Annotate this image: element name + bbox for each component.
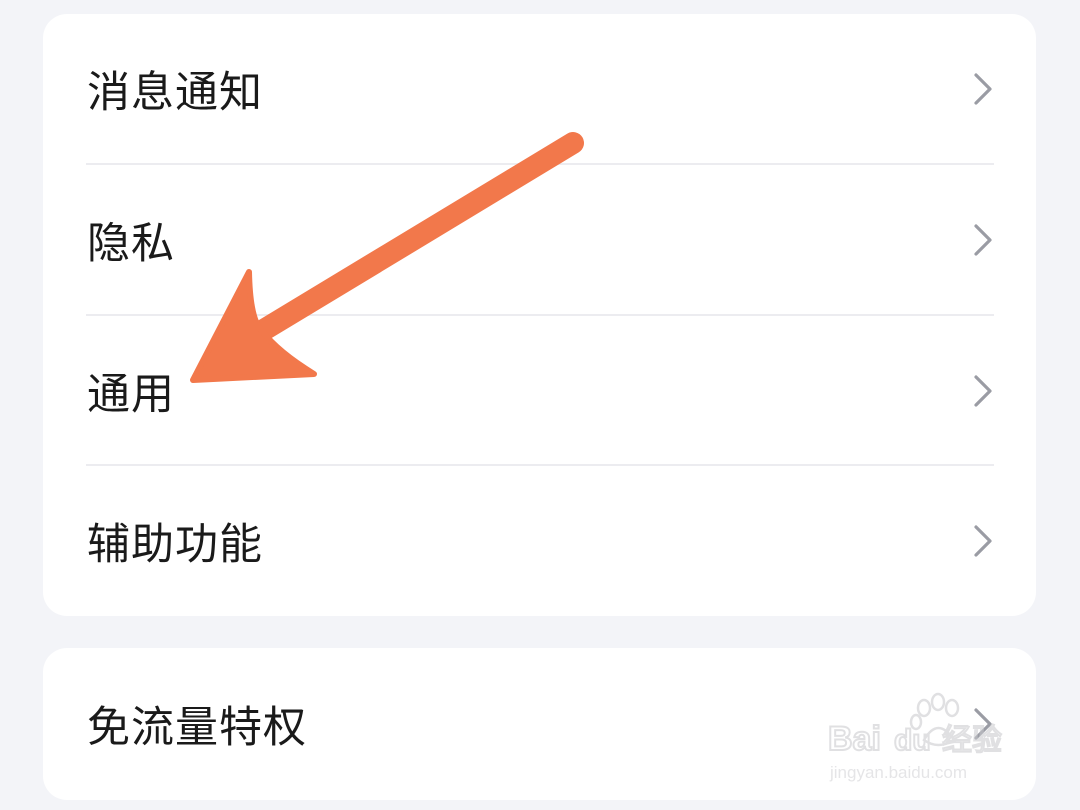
settings-item-label: 免流量特权: [87, 703, 307, 753]
settings-group-card: 免流量特权: [43, 648, 1036, 800]
settings-item-label: 通用: [87, 370, 175, 420]
settings-item-free-data[interactable]: 免流量特权: [43, 648, 1036, 800]
chevron-right-icon: [974, 708, 992, 740]
settings-group-card: 消息通知 隐私 通用 辅助功能: [43, 14, 1036, 616]
chevron-right-icon: [974, 224, 992, 256]
settings-item-general[interactable]: 通用: [43, 316, 1036, 466]
chevron-right-icon: [974, 525, 992, 557]
settings-item-privacy[interactable]: 隐私: [43, 165, 1036, 315]
settings-item-label: 辅助功能: [87, 520, 263, 570]
chevron-right-icon: [974, 375, 992, 407]
chevron-right-icon: [974, 73, 992, 105]
settings-item-label: 隐私: [87, 219, 175, 269]
settings-item-notifications[interactable]: 消息通知: [43, 14, 1036, 164]
settings-item-label: 消息通知: [87, 68, 263, 118]
settings-item-accessibility[interactable]: 辅助功能: [43, 466, 1036, 616]
